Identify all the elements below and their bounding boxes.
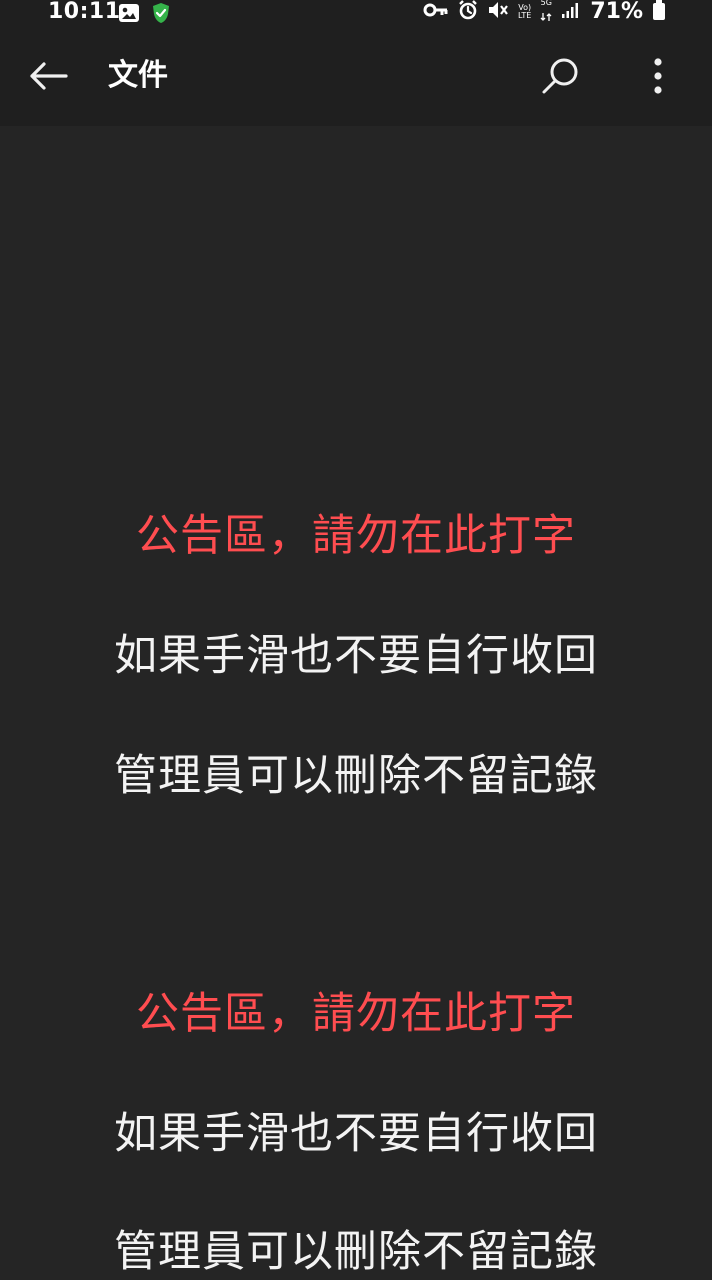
notice-line: 管理員可以刪除不留記錄 [114,1227,598,1277]
notice-heading: 公告區，請勿在此打字 [136,989,576,1039]
notice-line: 如果手滑也不要自行收回 [114,1109,598,1159]
arrow-left-icon [27,60,69,96]
battery-percentage: 71% [590,0,643,24]
status-right: Vo) LTE 5G 71% [423,0,666,24]
shield-icon [150,2,172,28]
app-bar: 文件 [0,26,712,126]
key-icon [423,1,449,23]
network-generation-label: 5G [540,0,552,7]
status-bar: 10:11 Vo) LTE 5G 71% [0,0,712,26]
notice-heading: 公告區，請勿在此打字 [136,511,576,561]
alarm-icon [458,0,478,24]
status-time: 10:11 [48,0,121,24]
page-title: 文件 [108,58,168,93]
gallery-icon [118,3,140,27]
notice-line: 管理員可以刪除不留記錄 [114,751,598,801]
back-button[interactable] [20,50,76,106]
document-view[interactable]: 公告區，請勿在此打字 如果手滑也不要自行收回 管理員可以刪除不留記錄 公告區，請… [0,126,712,1280]
notice-line: 如果手滑也不要自行收回 [114,631,598,681]
volte-icon: Vo) LTE [518,4,531,20]
battery-icon [652,0,666,25]
network-bottom-label: LTE [518,11,532,20]
mute-icon [487,0,509,24]
search-button[interactable] [532,50,588,106]
search-icon [538,54,582,102]
more-vertical-icon [653,57,663,99]
signal-icon [561,1,581,23]
network-5g-icon: 5G [540,0,552,26]
more-options-button[interactable] [630,50,686,106]
status-left-icons [118,2,172,28]
